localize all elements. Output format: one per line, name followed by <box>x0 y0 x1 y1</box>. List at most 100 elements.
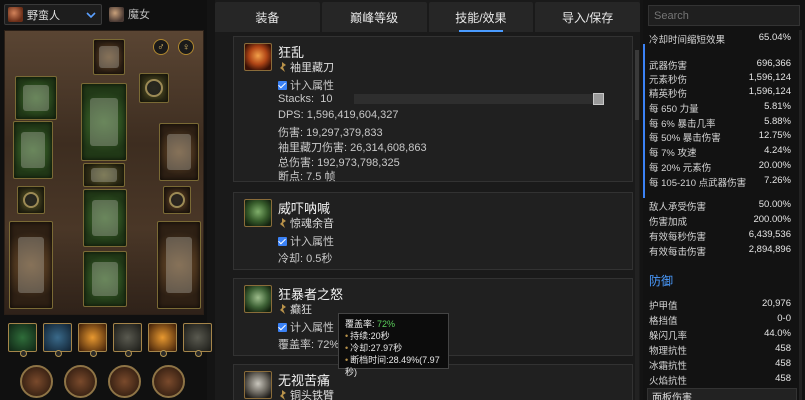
slot-ring-right[interactable] <box>163 186 191 214</box>
chest-armor-icon <box>89 97 119 147</box>
slot-ring-left[interactable] <box>17 186 45 214</box>
stat-label: 每 50% 暴击伤害 <box>649 133 721 144</box>
include-in-stats-checkbox[interactable]: 计入属性 <box>278 77 334 93</box>
tab-equipment[interactable]: 装备 <box>215 2 320 32</box>
scrollbar-thumb[interactable] <box>635 50 639 120</box>
slot-gloves[interactable] <box>13 121 53 179</box>
stat-label: 格挡值 <box>649 316 678 327</box>
stat-value: 5.88% <box>764 116 791 127</box>
stat-label: 每 650 力量 <box>649 104 699 115</box>
tab-skills-effects[interactable]: 技能/效果 <box>428 2 534 32</box>
stat-label: 冷却时间缩短效果 <box>649 35 726 46</box>
stats-search-input[interactable] <box>648 5 800 26</box>
stat-value: 2,894,896 <box>748 244 791 255</box>
frenzy-skill-icon[interactable] <box>244 43 272 71</box>
stat-row: 伤害加成 200.00% <box>649 214 791 228</box>
threatening-shout-skill-icon[interactable] <box>244 199 272 227</box>
stat-row: 每 7% 攻速 4.24% <box>649 145 791 159</box>
stacks-value: 10 <box>320 93 333 105</box>
skill-rune[interactable]: 袖里藏刀 <box>278 59 334 75</box>
skill-slot-6[interactable] <box>183 323 212 357</box>
stat-value: 65.04% <box>758 32 791 43</box>
amulet-icon <box>145 79 163 97</box>
stat-label: 敌人承受伤害 <box>649 202 707 213</box>
wrath-of-the-berserker-skill-icon[interactable] <box>244 285 272 313</box>
rune-name: 袖里藏刀 <box>290 62 334 74</box>
slot-main-hand[interactable] <box>9 221 53 309</box>
gender-male-icon[interactable]: ♂ <box>153 39 169 55</box>
skill-rune[interactable]: 癫狂 <box>278 301 312 317</box>
skill-slot-3[interactable] <box>78 323 107 357</box>
skill-rune[interactable]: 惊魂余音 <box>278 215 334 231</box>
stat-value: 20.00% <box>758 160 791 171</box>
tab-import-save[interactable]: 导入/保存 <box>535 2 640 32</box>
stat-value: 4.24% <box>764 145 791 156</box>
slot-shoulders[interactable] <box>15 76 57 120</box>
tooltip-duration-text: 持续:20秒 <box>350 331 390 341</box>
ignore-pain-skill-icon[interactable] <box>244 371 272 399</box>
stat-row: 冷却时间缩短效果 65.04% <box>649 32 791 46</box>
slot-belt[interactable] <box>83 163 125 187</box>
slider-knob[interactable] <box>593 93 604 105</box>
coverage-tooltip: 覆盖率: 72% • 持续:20秒 • 冷却:27.97秒 • 断档时间:28.49%… <box>338 313 449 377</box>
include-in-stats-checkbox[interactable]: 计入属性 <box>278 319 334 335</box>
shoulders-icon <box>23 84 49 112</box>
tooltip-gap-text: 断档时间:28.49%(7.97秒) <box>345 355 440 377</box>
stat-row: 每 50% 暴击伤害 12.75% <box>649 130 791 144</box>
stats-panel: 冷却时间缩短效果65.04%武器伤害696,366元素秒伤1,596,124精英… <box>643 0 805 400</box>
skill-slot-4[interactable] <box>113 323 142 357</box>
passive-slot-4[interactable] <box>152 365 185 398</box>
slot-off-hand[interactable] <box>157 221 201 309</box>
boots-icon <box>91 261 119 297</box>
stacks-slider[interactable] <box>354 93 604 105</box>
defense-section-title: 防御 <box>649 274 674 288</box>
skill-dps: DPS: 1,596,419,604,327 <box>278 109 399 121</box>
stat-label: 护甲值 <box>649 301 678 312</box>
pants-icon <box>91 200 119 236</box>
alt-class-label: 魔女 <box>128 9 150 21</box>
offense-section-marker <box>643 44 645 198</box>
stat-label: 每 6% 暴击几率 <box>649 119 716 130</box>
stat-value: 696,366 <box>756 58 791 69</box>
tab-paragon[interactable]: 巅峰等级 <box>321 2 427 32</box>
passive-slot-3[interactable] <box>108 365 141 398</box>
skill-slot-1[interactable] <box>8 323 37 357</box>
include-in-stats-checkbox[interactable]: 计入属性 <box>278 233 334 249</box>
slot-chest[interactable] <box>81 83 127 161</box>
stat-label: 有效每击伤害 <box>649 247 707 258</box>
equipment-paperdoll: ♂ ♀ <box>4 30 204 315</box>
barbarian-portrait-icon <box>8 7 23 22</box>
tooltip-cooldown: • 冷却:27.97秒 <box>345 342 442 354</box>
slot-head[interactable] <box>93 39 125 75</box>
ring-right-icon <box>168 191 186 209</box>
skill-slot-2[interactable] <box>43 323 72 357</box>
rune-pip-icon <box>125 350 132 357</box>
stat-label: 每 20% 元素伤 <box>649 163 712 174</box>
gloves-icon <box>20 132 46 168</box>
stat-value: 458 <box>775 358 791 369</box>
skill-slot-5[interactable] <box>148 323 177 357</box>
slot-feet[interactable] <box>83 251 127 307</box>
rune-pip-icon <box>20 350 27 357</box>
class-select[interactable]: 野蛮人 <box>4 4 102 25</box>
stat-row: 元素秒伤 1,596,124 <box>649 72 791 86</box>
panel-damage-tab[interactable]: 面板伤害 <box>647 388 797 400</box>
stats-scrollbar[interactable] <box>799 30 802 400</box>
passive-slot-1[interactable] <box>20 365 53 398</box>
slot-bracers[interactable] <box>159 123 199 181</box>
stat-row: 有效每秒伤害 6,439,536 <box>649 229 791 243</box>
passive-slot-2[interactable] <box>64 365 97 398</box>
stat-row: 精英秒伤 1,596,124 <box>649 86 791 100</box>
slot-amulet[interactable] <box>139 73 169 103</box>
skill-coverage: 覆盖率: 72% <box>278 339 340 351</box>
slot-legs[interactable] <box>83 189 127 247</box>
defense-stat-row: 躲闪几率 44.0% <box>649 328 791 342</box>
stat-row: 每 650 力量 5.81% <box>649 101 791 115</box>
checkbox-label: 计入属性 <box>290 236 334 248</box>
checkbox-label: 计入属性 <box>290 322 334 334</box>
skill-list-scrollbar[interactable] <box>635 50 639 400</box>
skill-rune[interactable]: 铜头铁臂 <box>278 387 334 400</box>
gender-female-icon[interactable]: ♀ <box>178 39 194 55</box>
character-panel: 野蛮人 魔女 ♂ ♀ <box>0 0 212 400</box>
alt-class-button[interactable]: 魔女 <box>109 6 150 22</box>
